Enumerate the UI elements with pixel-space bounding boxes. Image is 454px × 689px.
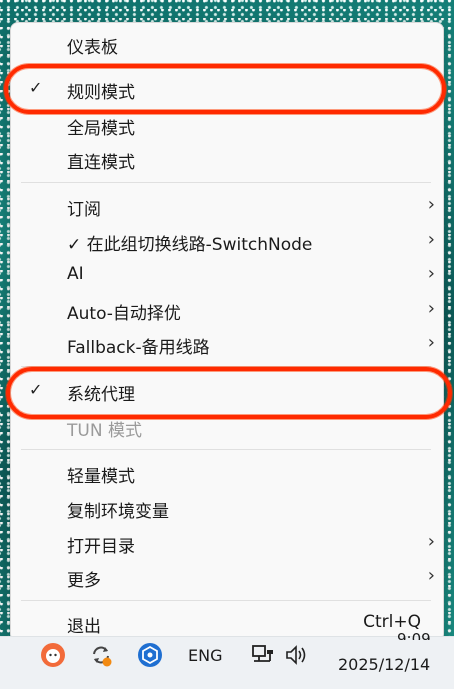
- menu-separator: [21, 182, 431, 183]
- menu-separator: [21, 600, 431, 601]
- menu-item-copy-env[interactable]: 复制环境变量: [11, 491, 443, 525]
- menu-item-auto[interactable]: Auto-自动择优 ›: [11, 293, 443, 327]
- tray-context-menu: 仪表板 ✓ 规则模式 全局模式 直连模式 订阅 › ✓ 在此组切换线路-Swit…: [10, 22, 444, 642]
- menu-item-label: 打开目录: [67, 537, 135, 557]
- input-language-indicator[interactable]: ENG: [188, 646, 222, 665]
- menu-item-label: 退出: [67, 617, 101, 637]
- menu-item-label: 仪表板: [67, 38, 118, 58]
- cat-app-icon[interactable]: [40, 642, 66, 668]
- menu-item-switch-node[interactable]: ✓ 在此组切换线路-SwitchNode ›: [11, 224, 443, 258]
- network-icon[interactable]: [250, 642, 276, 668]
- chevron-right-icon: ›: [427, 531, 435, 552]
- clock-time[interactable]: 9:09: [397, 630, 431, 640]
- clock-date[interactable]: 2025/12/14: [338, 655, 430, 674]
- menu-item-label: ✓ 在此组切换线路-SwitchNode: [67, 235, 313, 255]
- menu-item-label: 直连模式: [67, 153, 135, 173]
- menu-item-label: 复制环境变量: [67, 502, 169, 522]
- menu-item-more[interactable]: 更多 ›: [11, 560, 443, 594]
- menu-item-label: Fallback-备用线路: [67, 338, 210, 358]
- sync-icon[interactable]: [88, 642, 114, 668]
- menu-item-dashboard[interactable]: 仪表板: [11, 27, 443, 61]
- chevron-right-icon: ›: [427, 229, 435, 250]
- menu-item-label: 全局模式: [67, 119, 135, 139]
- menu-item-lite-mode[interactable]: 轻量模式: [11, 456, 443, 490]
- menu-item-open-dir[interactable]: 打开目录 ›: [11, 526, 443, 560]
- shortcut-label: Ctrl+Q: [363, 612, 421, 632]
- chevron-right-icon: ›: [427, 298, 435, 319]
- chevron-right-icon: ›: [427, 565, 435, 586]
- chevron-right-icon: ›: [427, 332, 435, 353]
- annotation-highlight-system-proxy: [6, 367, 452, 419]
- menu-item-label: 轻量模式: [67, 467, 135, 487]
- menu-item-ai[interactable]: AI ›: [11, 258, 443, 292]
- menu-item-label: TUN 模式: [67, 421, 142, 441]
- chevron-right-icon: ›: [427, 263, 435, 284]
- menu-item-label: 更多: [67, 571, 101, 591]
- menu-separator: [21, 449, 431, 450]
- annotation-highlight-rule-mode: [4, 64, 446, 114]
- menu-item-subscription[interactable]: 订阅 ›: [11, 189, 443, 223]
- chevron-right-icon: ›: [427, 194, 435, 215]
- menu-item-label: Auto-自动择优: [67, 304, 181, 324]
- menu-item-label: AI: [67, 264, 84, 284]
- menu-item-exit[interactable]: 退出 Ctrl+Q: [11, 606, 443, 640]
- volume-icon[interactable]: [284, 642, 310, 668]
- menu-item-label: 订阅: [67, 200, 101, 220]
- menu-item-direct-mode[interactable]: 直连模式: [11, 142, 443, 176]
- app-network-icon[interactable]: [137, 642, 163, 668]
- menu-item-fallback[interactable]: Fallback-备用线路 ›: [11, 327, 443, 361]
